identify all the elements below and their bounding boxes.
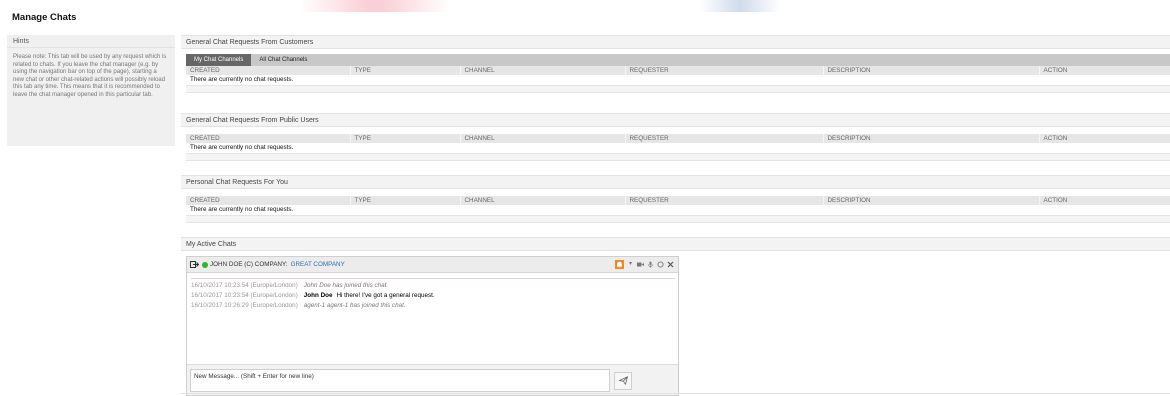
- column-created[interactable]: CREATED: [186, 196, 350, 205]
- personal-requests-section: Personal Chat Requests For You CREATED T…: [181, 175, 1170, 223]
- section-header: Personal Chat Requests For You: [181, 175, 1170, 189]
- column-type[interactable]: TYPE: [349, 134, 460, 143]
- tab-all-chat-channels[interactable]: All Chat Channels: [251, 54, 315, 66]
- empty-message: There are currently no chat requests.: [186, 75, 1170, 86]
- empty-message: There are currently no chat requests.: [186, 143, 1170, 154]
- message-timestamp: 16/10/2017 10:23:54 (Europe/London): [191, 292, 298, 299]
- column-description[interactable]: DESCRIPTION: [822, 134, 1039, 143]
- chat-message: 16/10/2017 10:26:29 (Europe/London) agent…: [191, 301, 675, 311]
- column-channel[interactable]: CHANNEL: [459, 196, 625, 205]
- chat-participant: JOHN DOE (C) COMPANY:: [210, 261, 288, 268]
- requests-table: CREATED TYPE CHANNEL REQUESTER DESCRIPTI…: [186, 196, 1170, 216]
- table-footer: [186, 216, 1170, 223]
- notification-bell-icon[interactable]: [615, 260, 624, 269]
- customer-requests-section: General Chat Requests From Customers My …: [181, 35, 1170, 93]
- column-type[interactable]: TYPE: [349, 196, 460, 205]
- column-type[interactable]: TYPE: [349, 66, 460, 75]
- table-footer: [186, 154, 1170, 161]
- empty-message: There are currently no chat requests.: [186, 205, 1170, 216]
- column-channel[interactable]: CHANNEL: [459, 134, 625, 143]
- hints-header: Hints: [7, 35, 175, 48]
- column-created[interactable]: CREATED: [186, 134, 350, 143]
- chat-message: 16/10/2017 10:23:54 (Europe/London) John …: [191, 291, 675, 301]
- column-requester[interactable]: REQUESTER: [624, 66, 823, 75]
- send-button[interactable]: [614, 372, 632, 390]
- message-input[interactable]: [190, 369, 610, 392]
- online-status-icon: [202, 261, 208, 268]
- divider: [181, 393, 1170, 394]
- refresh-icon[interactable]: [657, 261, 664, 268]
- active-chats-section: My Active Chats: [181, 237, 1170, 251]
- header-decoration: [700, 0, 780, 12]
- chat-message: 16/10/2017 10:23:54 (Europe/London) John …: [191, 281, 675, 291]
- section-header: My Active Chats: [181, 237, 1170, 251]
- message-text: John Doe has joined this chat.: [303, 282, 389, 289]
- column-channel[interactable]: CHANNEL: [459, 66, 625, 75]
- message-timestamp: 16/10/2017 10:26:29 (Europe/London): [191, 302, 298, 309]
- message-composer: [187, 364, 678, 395]
- message-text: agent-1 agent-1 has joined this chat.: [303, 302, 406, 309]
- section-header: General Chat Requests From Customers: [181, 35, 1170, 49]
- message-author: John Doe: [303, 292, 333, 299]
- requests-table: CREATED TYPE CHANNEL REQUESTER DESCRIPTI…: [186, 66, 1170, 86]
- column-action[interactable]: ACTION: [1038, 196, 1170, 205]
- column-description[interactable]: DESCRIPTION: [822, 66, 1039, 75]
- column-requester[interactable]: REQUESTER: [624, 196, 823, 205]
- column-action[interactable]: ACTION: [1038, 134, 1170, 143]
- chevron-down-icon[interactable]: ▾: [627, 261, 634, 268]
- message-text: Hi there! I've got a general request.: [336, 292, 435, 299]
- chat-header: JOHN DOE (C) COMPANY: GREAT COMPANY ▾: [187, 257, 678, 273]
- paper-plane-icon: [617, 375, 628, 387]
- microphone-icon[interactable]: [647, 261, 654, 268]
- close-icon[interactable]: [667, 261, 674, 268]
- hints-text: Please note: This tab will be used by an…: [13, 54, 167, 98]
- requests-table: CREATED TYPE CHANNEL REQUESTER DESCRIPTI…: [186, 134, 1170, 154]
- hints-box: Hints Please note: This tab will be used…: [7, 35, 175, 146]
- chat-company[interactable]: GREAT COMPANY: [291, 261, 345, 268]
- chat-window: JOHN DOE (C) COMPANY: GREAT COMPANY ▾ 16…: [186, 256, 679, 396]
- column-created[interactable]: CREATED: [186, 66, 350, 75]
- message-timestamp: 16/10/2017 10:23:54 (Europe/London): [191, 282, 298, 289]
- chat-messages[interactable]: 16/10/2017 10:23:54 (Europe/London) John …: [191, 278, 675, 364]
- chat-actions: ▾: [615, 260, 678, 269]
- public-requests-section: General Chat Requests From Public Users …: [181, 113, 1170, 161]
- column-requester[interactable]: REQUESTER: [624, 134, 823, 143]
- channel-tabs: My Chat Channels All Chat Channels: [186, 54, 1170, 66]
- column-action[interactable]: ACTION: [1038, 66, 1170, 75]
- tab-my-chat-channels[interactable]: My Chat Channels: [186, 54, 252, 66]
- leave-chat-icon[interactable]: [190, 260, 200, 269]
- column-description[interactable]: DESCRIPTION: [822, 196, 1039, 205]
- page-title: Manage Chats: [12, 12, 77, 23]
- video-camera-icon[interactable]: [637, 261, 644, 268]
- header-decoration: [300, 0, 450, 12]
- table-footer: [186, 86, 1170, 93]
- section-header: General Chat Requests From Public Users: [181, 113, 1170, 127]
